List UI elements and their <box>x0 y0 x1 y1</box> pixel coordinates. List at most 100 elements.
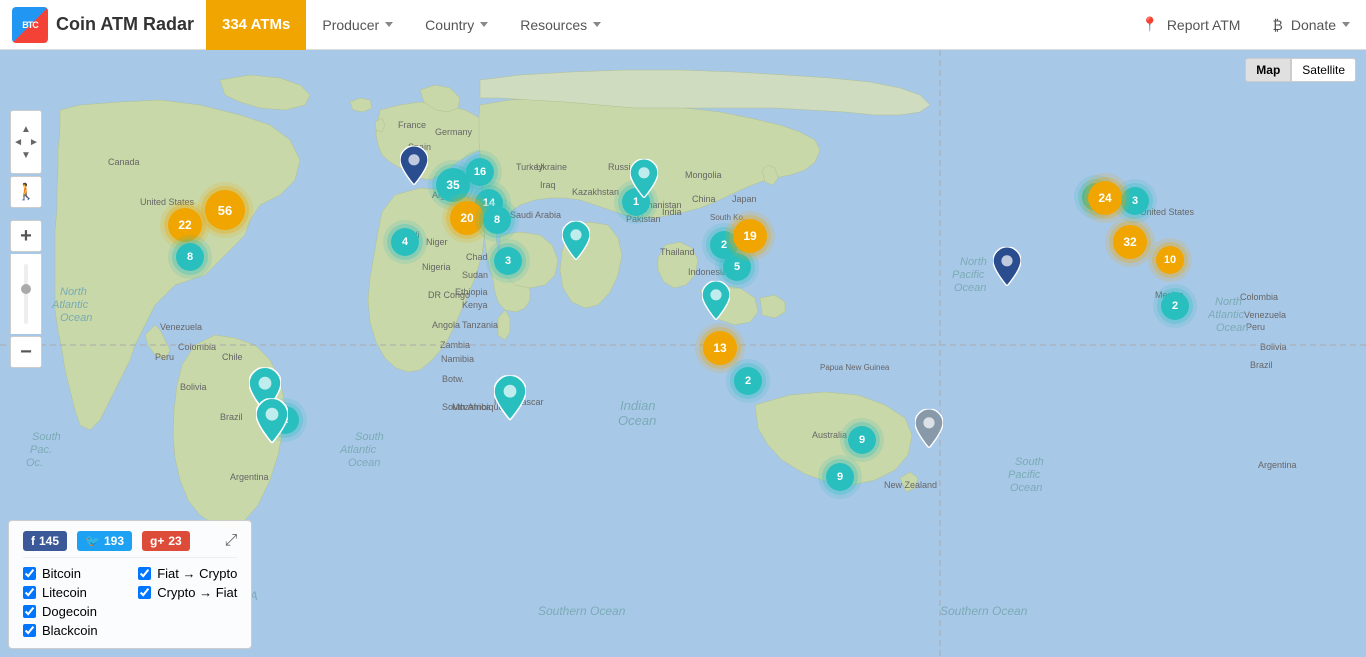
cluster-marker[interactable]: 32 <box>1113 225 1147 259</box>
svg-text:South: South <box>355 431 384 443</box>
svg-text:Chile: Chile <box>222 352 243 362</box>
cluster-marker[interactable]: 9 <box>848 426 876 454</box>
svg-text:New Zealand: New Zealand <box>884 480 937 490</box>
svg-text:Pakistan: Pakistan <box>626 214 661 224</box>
svg-text:Kenya: Kenya <box>462 300 488 310</box>
svg-text:Ocean: Ocean <box>60 312 92 324</box>
cluster-marker[interactable]: 13 <box>703 331 737 365</box>
svg-text:South: South <box>32 431 61 443</box>
svg-text:Germany: Germany <box>435 127 473 137</box>
svg-text:Saudi Arabia: Saudi Arabia <box>510 210 561 220</box>
svg-text:Papua New Guinea: Papua New Guinea <box>820 363 890 372</box>
svg-text:Pacific: Pacific <box>1008 469 1041 481</box>
cluster-marker[interactable]: 8 <box>483 206 511 234</box>
pegman-control[interactable]: 🚶 <box>10 176 42 208</box>
nav-producer[interactable]: Producer <box>306 0 409 50</box>
cluster-marker[interactable]: 3 <box>1121 187 1149 215</box>
legend-fiat-crypto: Fiat → Crypto <box>138 566 237 581</box>
bitcoin-checkbox[interactable] <box>23 567 36 580</box>
svg-text:Namibia: Namibia <box>441 354 474 364</box>
cluster-marker[interactable]: 5 <box>723 253 751 281</box>
pin-marker[interactable] <box>562 221 590 260</box>
pin-marker[interactable] <box>702 281 730 320</box>
pegman-icon: 🚶 <box>16 182 36 202</box>
nav-donate[interactable]: ₿ Donate <box>1256 0 1366 50</box>
svg-text:Atlantic: Atlantic <box>51 299 89 311</box>
cluster-marker[interactable]: 3 <box>494 247 522 275</box>
googleplus-share-button[interactable]: g+ 23 <box>142 531 190 551</box>
logo-area: BTC Coin ATM Radar <box>0 7 206 43</box>
map-container[interactable]: United States Canada Brazil Argentina Bo… <box>0 50 1366 657</box>
svg-text:Colombia: Colombia <box>178 342 216 352</box>
svg-text:China: China <box>692 194 716 204</box>
legend-panel: f 145 🐦 193 g+ 23 ⤢ Bitcoin Fiat → Crypt… <box>8 520 252 649</box>
twitter-share-button[interactable]: 🐦 193 <box>77 531 132 551</box>
legend-social: f 145 🐦 193 g+ 23 ⤢ <box>23 531 237 558</box>
svg-text:India: India <box>662 207 682 217</box>
satellite-view-button[interactable]: Satellite <box>1291 58 1356 82</box>
pin-marker[interactable] <box>494 375 526 420</box>
svg-text:North: North <box>1215 296 1242 308</box>
cluster-marker[interactable]: 9 <box>826 463 854 491</box>
svg-text:United States: United States <box>1140 207 1195 217</box>
svg-text:Nigeria: Nigeria <box>422 262 451 272</box>
svg-text:Atlantic: Atlantic <box>339 444 377 456</box>
svg-text:France: France <box>398 120 426 130</box>
pan-control[interactable]: ▲ ◄ ► ▼ <box>10 110 42 174</box>
fiat-crypto-label: Fiat → Crypto <box>157 566 237 581</box>
cluster-marker[interactable]: 16 <box>466 158 494 186</box>
svg-text:Bolivia: Bolivia <box>1260 342 1287 352</box>
pin-marker[interactable] <box>400 146 428 185</box>
nav-report-atm[interactable]: 📍 Report ATM <box>1125 0 1256 50</box>
pin-marker[interactable] <box>630 159 658 198</box>
cluster-marker[interactable]: 10 <box>1156 246 1184 274</box>
bitcoin-label: Bitcoin <box>42 566 81 581</box>
logo-icon: BTC <box>12 7 48 43</box>
svg-text:Oc.: Oc. <box>26 457 43 469</box>
googleplus-icon: g+ <box>150 534 164 548</box>
svg-text:Venezuela: Venezuela <box>1244 310 1286 320</box>
pin-marker[interactable] <box>993 247 1021 286</box>
svg-text:Angola: Angola <box>432 320 460 330</box>
cluster-marker[interactable]: 4 <box>391 228 419 256</box>
chevron-down-icon <box>1342 22 1350 27</box>
map-view-button[interactable]: Map <box>1245 58 1291 82</box>
cluster-marker[interactable]: 2 <box>1161 292 1189 320</box>
svg-text:Indian: Indian <box>620 398 655 413</box>
svg-text:Venezuela: Venezuela <box>160 322 202 332</box>
cluster-marker[interactable]: 19 <box>733 219 767 253</box>
zoom-out-button[interactable]: − <box>10 336 42 368</box>
cluster-marker[interactable]: 8 <box>176 243 204 271</box>
fiat-crypto-checkbox[interactable] <box>138 567 151 580</box>
chevron-down-icon <box>385 22 393 27</box>
legend-blackcoin: Blackcoin <box>23 623 122 638</box>
cluster-marker[interactable]: 2 <box>734 367 762 395</box>
atm-count-badge[interactable]: 334 ATMs <box>206 0 306 50</box>
blackcoin-label: Blackcoin <box>42 623 98 638</box>
litecoin-label: Litecoin <box>42 585 87 600</box>
cluster-marker[interactable]: 22 <box>168 208 202 242</box>
zoom-in-button[interactable]: + <box>10 220 42 252</box>
cluster-marker[interactable]: 56 <box>205 190 245 230</box>
nav-resources[interactable]: Resources <box>504 0 617 50</box>
nav-country[interactable]: Country <box>409 0 504 50</box>
dogecoin-checkbox[interactable] <box>23 605 36 618</box>
svg-text:Botw.: Botw. <box>442 374 464 384</box>
litecoin-checkbox[interactable] <box>23 586 36 599</box>
cluster-marker[interactable]: 24 <box>1088 181 1122 215</box>
pin-marker[interactable] <box>915 409 943 448</box>
facebook-share-button[interactable]: f 145 <box>23 531 67 551</box>
crypto-fiat-checkbox[interactable] <box>138 586 151 599</box>
svg-text:Argentina: Argentina <box>230 472 269 482</box>
cluster-marker[interactable]: 20 <box>450 201 484 235</box>
pin-icon: 📍 <box>1141 16 1158 33</box>
svg-text:Kazakhstan: Kazakhstan <box>572 187 619 197</box>
blackcoin-checkbox[interactable] <box>23 624 36 637</box>
twitter-icon: 🐦 <box>85 534 100 548</box>
expand-legend-button[interactable]: ⤢ <box>225 532 238 550</box>
svg-text:South Ko.: South Ko. <box>710 213 745 222</box>
cluster-marker[interactable]: 35 <box>436 168 470 202</box>
pin-marker[interactable] <box>256 398 288 443</box>
map-type-toggle: Map Satellite <box>1245 58 1356 82</box>
svg-text:Southern Ocean: Southern Ocean <box>538 604 626 618</box>
